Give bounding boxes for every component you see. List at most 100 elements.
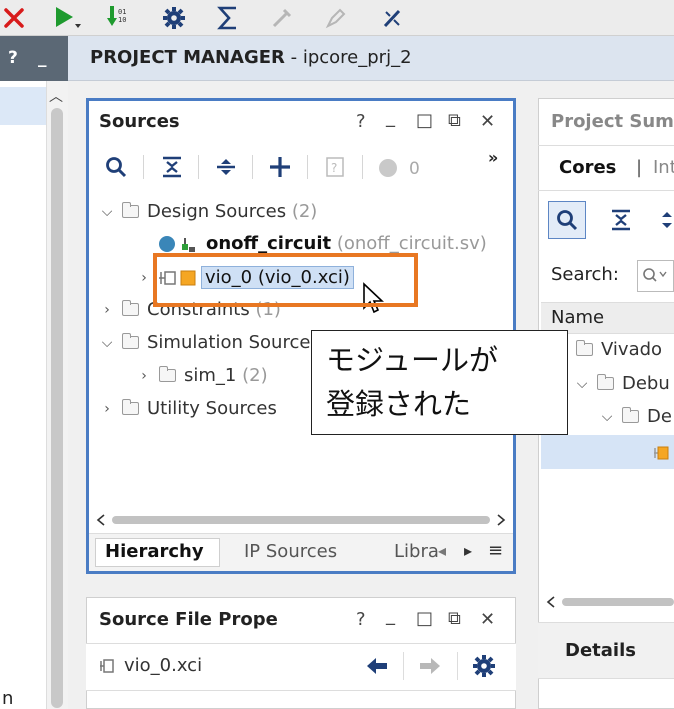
summary-search-label: Search: xyxy=(551,264,619,285)
summary-row-label: Debu xyxy=(622,373,670,394)
tab-libraries[interactable]: Libra xyxy=(394,541,439,562)
main-toolbar: 01 10 xyxy=(0,0,674,36)
sources-title: Sources xyxy=(99,111,180,132)
toolbar-overflow-icon[interactable]: » xyxy=(488,148,498,167)
maximize-button[interactable]: □ xyxy=(416,110,433,131)
tree-node-sim-1[interactable]: › sim_1 (2) xyxy=(137,365,268,386)
tab-menu-icon[interactable]: ≡ xyxy=(488,540,503,561)
forward-arrow-icon xyxy=(418,655,442,681)
top-module-icon xyxy=(159,235,195,252)
tree-label: Utility Sources xyxy=(147,398,277,419)
folder-icon xyxy=(122,202,139,218)
tree-detail: (onoff_circuit.sv) xyxy=(336,233,487,254)
add-icon[interactable] xyxy=(268,155,292,183)
properties-file-name: vio_0.xci xyxy=(124,655,203,676)
gear-icon[interactable] xyxy=(160,4,188,32)
collapse-all-icon[interactable] xyxy=(609,208,633,236)
tab-hierarchy[interactable]: Hierarchy xyxy=(105,541,204,562)
minimize-button[interactable]: _ xyxy=(386,107,395,128)
toolbar-divider xyxy=(252,155,253,179)
expand-all-icon[interactable] xyxy=(214,155,238,183)
summary-tab-cores[interactable]: Cores xyxy=(559,157,616,178)
annotation-callout-text: モジュールが 登録された xyxy=(326,343,498,421)
expand-all-icon[interactable] xyxy=(658,208,674,236)
tree-label: sim_1 xyxy=(184,365,237,386)
ip-core-icon xyxy=(100,658,114,673)
debug-icon[interactable] xyxy=(378,4,406,32)
close-x-icon[interactable] xyxy=(0,4,28,32)
help-button[interactable]: ? xyxy=(356,609,366,630)
close-button[interactable]: ✕ xyxy=(480,609,495,630)
disabled-tool-icon xyxy=(268,4,296,32)
folder-icon xyxy=(122,399,139,415)
chevron-down-icon[interactable]: ⌵ xyxy=(100,335,114,351)
tree-count: (2) xyxy=(291,201,318,222)
chevron-right-icon[interactable]: › xyxy=(137,368,151,384)
summary-search-input[interactable] xyxy=(637,260,674,292)
project-name: ipcore_prj_2 xyxy=(302,47,412,68)
maximize-button[interactable]: □ xyxy=(416,608,433,629)
chevron-down-icon[interactable]: ⌵ xyxy=(600,409,614,425)
flow-navigator-selected-row[interactable] xyxy=(0,87,46,125)
left-minimize-button[interactable]: _ xyxy=(38,48,47,68)
folder-icon xyxy=(122,333,139,349)
summary-horizontal-scrollbar[interactable] xyxy=(546,594,674,613)
search-icon xyxy=(555,208,579,236)
sigma-icon[interactable] xyxy=(214,4,242,32)
summary-row-label: Vivado xyxy=(601,339,663,360)
summary-tab-divider: | xyxy=(636,157,643,178)
tab-ip-sources[interactable]: IP Sources xyxy=(244,541,337,562)
chevron-down-icon[interactable]: ⌵ xyxy=(575,376,589,392)
help-button[interactable]: ? xyxy=(356,111,366,132)
scroll-up-icon[interactable]: ︿ xyxy=(49,86,63,106)
left-scrollbar-thumb[interactable] xyxy=(51,108,63,708)
summary-row[interactable]: Vivado xyxy=(568,339,662,360)
toolbar-divider xyxy=(198,155,199,179)
download-icon[interactable]: 01 10 xyxy=(106,4,134,32)
tab-scroll-left-icon[interactable]: ◂ xyxy=(438,541,446,560)
left-panel-text-fragment: n xyxy=(2,688,14,709)
tree-node-utility-sources[interactable]: › Utility Sources xyxy=(100,398,277,419)
title-separator: - xyxy=(284,47,303,68)
float-button[interactable]: ⧉ xyxy=(448,110,461,131)
summary-row[interactable]: ⌵ Debu xyxy=(575,373,670,394)
search-icon[interactable] xyxy=(104,155,128,183)
svg-text:?: ? xyxy=(331,161,337,175)
chevron-right-icon[interactable]: › xyxy=(100,302,114,318)
summary-tab-interfaces[interactable]: Int xyxy=(653,157,674,178)
folder-icon xyxy=(622,407,639,423)
close-button[interactable]: ✕ xyxy=(480,111,495,132)
chevron-down-icon[interactable]: ⌵ xyxy=(100,204,114,220)
folder-icon xyxy=(159,366,176,382)
chevron-right-icon[interactable]: › xyxy=(137,270,151,286)
left-help-button[interactable]: ? xyxy=(8,48,18,68)
folder-icon xyxy=(122,300,139,316)
tree-label: onoff_circuit xyxy=(206,233,332,254)
properties-file-row: vio_0.xci xyxy=(98,655,202,676)
gear-icon[interactable] xyxy=(472,654,496,682)
folder-icon xyxy=(576,340,593,356)
disabled-pen-icon xyxy=(322,4,350,32)
tree-node-onoff-circuit[interactable]: onoff_circuit (onoff_circuit.sv) xyxy=(158,233,487,254)
float-button[interactable]: ⧉ xyxy=(448,608,461,629)
project-manager-label: PROJECT MANAGER xyxy=(90,47,285,68)
tree-label: Simulation Sources xyxy=(147,332,320,353)
tree-count: (2) xyxy=(242,365,268,386)
summary-title: Project Sum xyxy=(551,111,674,132)
minimize-button[interactable]: _ xyxy=(386,605,395,626)
tree-node-design-sources[interactable]: ⌵ Design Sources (2) xyxy=(100,201,318,222)
back-arrow-icon[interactable] xyxy=(365,655,389,681)
summary-row-label: De xyxy=(647,406,672,427)
tab-scroll-right-icon[interactable]: ▸ xyxy=(464,541,472,560)
tree-node-simulation-sources[interactable]: ⌵ Simulation Sources xyxy=(100,332,320,353)
toolbar-divider xyxy=(362,155,363,179)
horizontal-scrollbar[interactable] xyxy=(96,512,506,526)
folder-icon xyxy=(597,374,614,390)
collapse-all-icon[interactable] xyxy=(160,155,184,183)
summary-row[interactable]: ⌵ De xyxy=(600,406,672,427)
tree-label: Design Sources xyxy=(147,201,287,222)
chevron-right-icon[interactable]: › xyxy=(100,401,114,417)
run-icon[interactable] xyxy=(50,4,86,32)
svg-text:10: 10 xyxy=(118,16,126,24)
summary-column-name[interactable]: Name xyxy=(551,307,604,328)
